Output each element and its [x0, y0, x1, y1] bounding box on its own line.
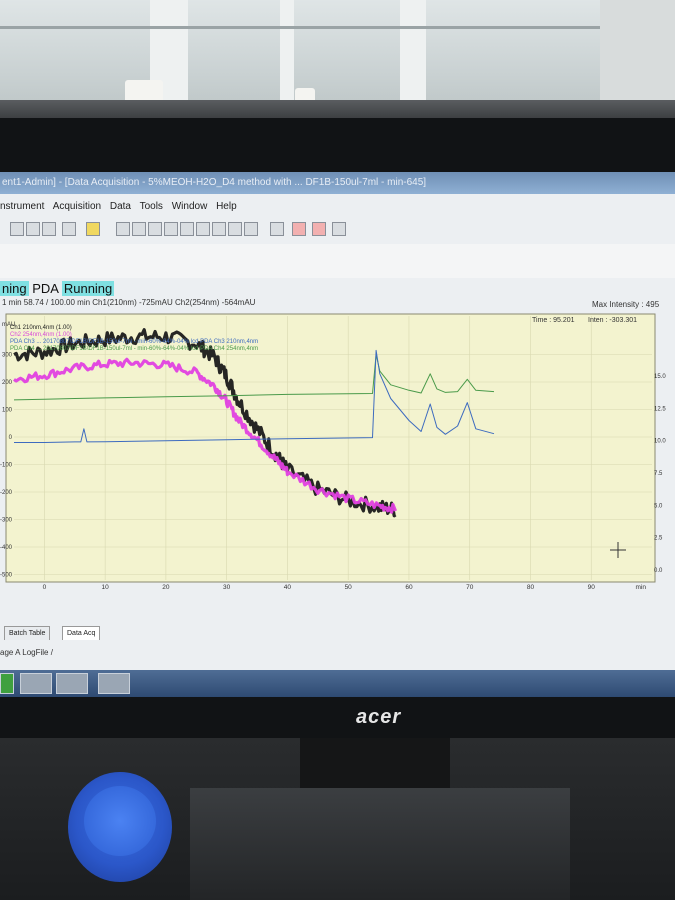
settings-icon[interactable] [332, 222, 346, 236]
status-pda-running: Running [61, 281, 115, 296]
legend-entry: Ch2 254nm,4nm (1.00) [10, 332, 72, 338]
lab-pillar [400, 0, 426, 100]
lab-cabinet [600, 0, 675, 100]
stop-icon[interactable] [312, 222, 326, 236]
y-tick-label: -500 [0, 573, 13, 579]
chromatogram-panel[interactable]: 0 10 20 30 40 50 60 70 80 90 -500 -400 -300 -200 -100 0… [0, 310, 675, 610]
right-tick-label: 2.5 [654, 536, 663, 542]
monitor-screen: ent1-Admin] - [Data Acquisition - 5%MEOH… [0, 172, 675, 697]
taskbar-item[interactable] [56, 673, 88, 694]
lab-pillar [280, 0, 294, 100]
stop-icon[interactable] [292, 222, 306, 236]
taskbar [0, 670, 675, 697]
y-tick-label: -400 [0, 545, 13, 551]
status-pda-label: PDA [32, 281, 59, 296]
window-frame [0, 26, 675, 29]
inten-readout: Inten : -303.301 [588, 317, 637, 324]
x-tick-label: 20 [162, 584, 170, 591]
y-tick-label: -200 [0, 490, 13, 496]
toolbar-spacer [0, 244, 675, 278]
menu-window[interactable]: Window [172, 201, 208, 212]
y-tick-label: 100 [2, 408, 13, 414]
layout-icon[interactable] [10, 222, 24, 236]
right-tick-label: 7.5 [654, 471, 663, 477]
y-tick-label: -100 [0, 463, 13, 469]
chart-icon[interactable] [180, 222, 194, 236]
tab-batch-table[interactable]: Batch Table [4, 626, 51, 640]
x-tick-label: 50 [345, 584, 353, 591]
time-readout: Time : 95.201 [532, 317, 575, 324]
status-row: ning PDA Running [0, 280, 675, 298]
taskbar-item[interactable] [20, 673, 52, 694]
status-running: ning [0, 281, 29, 296]
chromatogram-chart[interactable]: 0 10 20 30 40 50 60 70 80 90 -500 -400 -300 -200 -100 0… [0, 310, 675, 610]
y-tick-label: -300 [0, 518, 13, 524]
legend-entry: PDA Ch4 ... 20170807\DF1B\DF1B-150ul-7ml… [10, 346, 258, 352]
taskbar-item[interactable] [98, 673, 130, 694]
x-tick-label: 0 [43, 584, 47, 591]
chart-icon[interactable] [212, 222, 226, 236]
chart-icon[interactable] [132, 222, 146, 236]
chart-icon[interactable] [116, 222, 130, 236]
tab-label: Data Acq [67, 630, 96, 637]
menu-acquisition[interactable]: Acquisition [53, 201, 101, 212]
chart-icon[interactable] [148, 222, 162, 236]
menu-tools[interactable]: Tools [140, 201, 163, 212]
log-file-label[interactable]: age A LogFile / [0, 648, 53, 657]
bottle-cap-inner [84, 786, 156, 856]
log-tab-line: age A LogFile / [0, 646, 675, 660]
layout-icon[interactable] [26, 222, 40, 236]
max-intensity: Max Intensity : 495 [592, 300, 660, 309]
chart-icon[interactable] [196, 222, 210, 236]
layout-icon[interactable] [42, 222, 56, 236]
menu-instrument[interactable]: nstrument [0, 201, 44, 212]
monitor-logo: acer [356, 706, 402, 728]
chart-icon[interactable] [244, 222, 258, 236]
chart-icon[interactable] [164, 222, 178, 236]
tab-data-acq[interactable]: Data Acq [62, 626, 101, 640]
window-title: ent1-Admin] - [Data Acquisition - 5%MEOH… [2, 177, 427, 188]
right-tick-label: 10.0 [654, 439, 666, 445]
help-icon[interactable] [86, 222, 100, 236]
menu-help[interactable]: Help [216, 201, 237, 212]
menu-data[interactable]: Data [110, 201, 131, 212]
x-tick-label: 70 [466, 584, 474, 591]
legend-entry: Ch1 210nm,4nm (1.00) [10, 325, 72, 331]
acquisition-info: 1 min 58.74 / 100.00 min Ch1(210nm) -725… [2, 298, 256, 307]
y-tick-label: 200 [2, 380, 13, 386]
tab-strip: Batch Table Data Acq [0, 626, 675, 640]
x-tick-label: 10 [102, 584, 110, 591]
right-tick-label: 15.0 [654, 374, 666, 380]
right-tick-label: 5.0 [654, 503, 663, 509]
pointer-icon[interactable] [270, 222, 284, 236]
x-tick-label: 90 [588, 584, 596, 591]
tab-label: Batch Table [9, 630, 46, 637]
x-tick-label: 60 [405, 584, 413, 591]
start-button[interactable] [0, 673, 14, 694]
right-tick-label: 0.0 [654, 568, 663, 574]
x-tick-label: 40 [284, 584, 292, 591]
legend-entry: PDA Ch3 ... 20170807\DF1B\DF1B-150ul-7ml… [10, 339, 258, 345]
monitor-base [190, 788, 570, 900]
chart-icon[interactable] [228, 222, 242, 236]
monitor-stand [300, 738, 450, 788]
arrow-icon[interactable] [62, 222, 76, 236]
menu-bar: nstrument Acquisition Data Tools Window … [0, 198, 675, 216]
x-tick-label: 80 [527, 584, 535, 591]
x-tick-label: 30 [223, 584, 231, 591]
toolbar [0, 218, 675, 242]
right-tick-label: 12.5 [654, 406, 666, 412]
x-axis-label: min [636, 584, 647, 591]
y-tick-label: 300 [2, 353, 13, 359]
window-titlebar[interactable]: ent1-Admin] - [Data Acquisition - 5%MEOH… [0, 172, 675, 194]
